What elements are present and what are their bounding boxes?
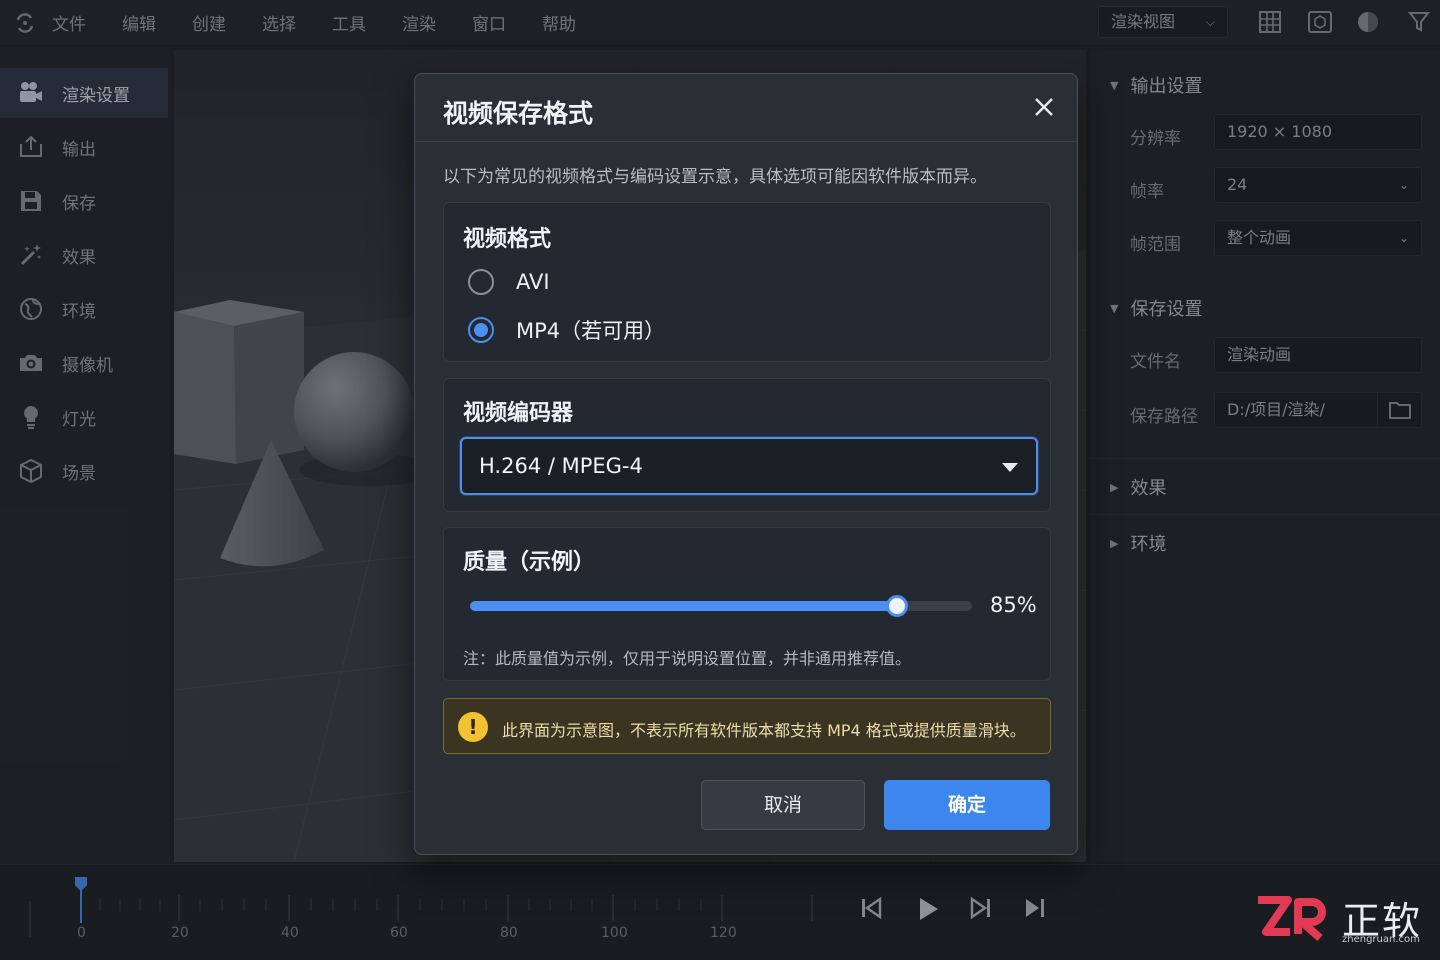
warning-banner: ! 此界面为示意图，不表示所有软件版本都支持 MP4 格式或提供质量滑块。 xyxy=(443,698,1051,754)
group-title: 视频编码器 xyxy=(463,401,574,426)
radio-label: AVI xyxy=(516,270,550,294)
caret-down-icon xyxy=(1002,463,1018,472)
codec-select-value: H.264 / MPEG-4 xyxy=(479,454,643,478)
radio-button-checked[interactable] xyxy=(468,317,494,343)
group-title: 质量（示例） xyxy=(463,550,596,575)
video-format-group: 视频格式 AVI MP4（若可用） xyxy=(443,202,1051,362)
watermark-url: zhengruan.com xyxy=(1342,934,1420,945)
quality-group: 质量（示例） 85% 注：此质量值为示例，仅用于说明设置位置，并非通用推荐值。 xyxy=(443,527,1051,681)
cancel-button[interactable]: 取消 xyxy=(701,780,865,830)
warning-text: 此界面为示意图，不表示所有软件版本都支持 MP4 格式或提供质量滑块。 xyxy=(502,721,1026,740)
quality-slider-handle[interactable] xyxy=(885,595,908,617)
quality-slider[interactable] xyxy=(470,595,972,617)
radio-avi[interactable]: AVI xyxy=(468,269,550,295)
watermark: 正软 zhengruan.com xyxy=(1254,890,1434,950)
radio-button-unchecked[interactable] xyxy=(468,269,494,295)
quality-slider-fill xyxy=(470,601,897,611)
dialog-description: 以下为常见的视频格式与编码设置示意，具体选项可能因软件版本而异。 xyxy=(443,167,987,187)
group-title: 视频格式 xyxy=(463,227,552,252)
dialog-title: 视频保存格式 xyxy=(443,99,594,128)
dialog-header: 视频保存格式 xyxy=(415,74,1077,142)
codec-select[interactable]: H.264 / MPEG-4 xyxy=(460,437,1038,495)
video-codec-group: 视频编码器 H.264 / MPEG-4 xyxy=(443,378,1051,512)
warning-icon: ! xyxy=(458,712,488,742)
confirm-button[interactable]: 确定 xyxy=(884,780,1050,830)
radio-mp4[interactable]: MP4（若可用） xyxy=(468,315,665,345)
quality-value: 85% xyxy=(990,593,1037,617)
video-format-dialog: 视频保存格式 以下为常见的视频格式与编码设置示意，具体选项可能因软件版本而异。 … xyxy=(414,73,1078,855)
quality-note: 注：此质量值为示例，仅用于说明设置位置，并非通用推荐值。 xyxy=(463,649,912,668)
watermark-logo-icon xyxy=(1258,896,1326,941)
close-icon[interactable] xyxy=(1031,94,1057,120)
radio-label: MP4（若可用） xyxy=(516,319,666,343)
